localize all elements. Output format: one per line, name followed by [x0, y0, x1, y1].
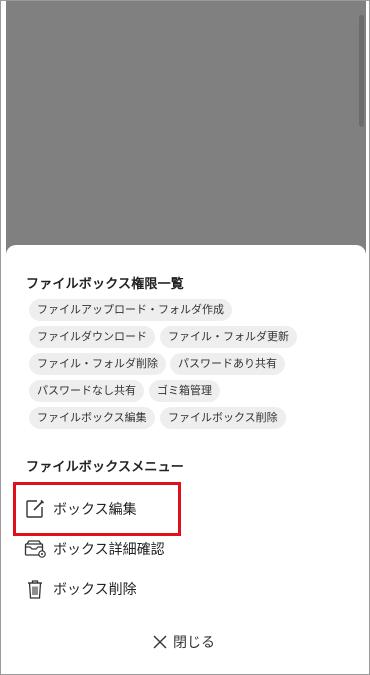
box-details-icon: [23, 537, 47, 561]
box-details-label: ボックス詳細確認: [53, 542, 165, 558]
permission-chip: ファイルボックス編集: [29, 407, 155, 429]
app-frame: ファイルボックス権限一覧 ファイルアップロード・フォルダ作成 ファイルダウンロー…: [0, 0, 370, 675]
close-label: 閉じる: [173, 635, 215, 651]
menu-title: ファイルボックスメニュー: [26, 460, 185, 475]
scrollbar[interactable]: [359, 15, 364, 127]
background-overlay[interactable]: [6, 1, 366, 269]
delete-box-button[interactable]: ボックス削除: [23, 573, 137, 605]
trash-icon: [23, 577, 47, 601]
highlight-annotation: [13, 482, 181, 536]
permission-chip: ファイル・フォルダ削除: [29, 353, 166, 375]
permission-chip: ファイルアップロード・フォルダ作成: [29, 299, 232, 321]
permissions-title: ファイルボックス権限一覧: [26, 277, 185, 292]
close-button[interactable]: 閉じる: [151, 629, 215, 655]
delete-box-label: ボックス削除: [53, 582, 137, 598]
permission-chip: パスワードあり共有: [170, 353, 285, 375]
permission-chip: ファイル・フォルダ更新: [160, 326, 297, 348]
permission-chip: ファイルダウンロード: [29, 326, 155, 348]
box-details-button[interactable]: ボックス詳細確認: [23, 533, 165, 565]
permission-chip: ゴミ箱管理: [149, 380, 220, 402]
permission-chip: パスワードなし共有: [29, 380, 144, 402]
close-icon: [151, 633, 169, 651]
permission-chip: ファイルボックス削除: [160, 407, 286, 429]
